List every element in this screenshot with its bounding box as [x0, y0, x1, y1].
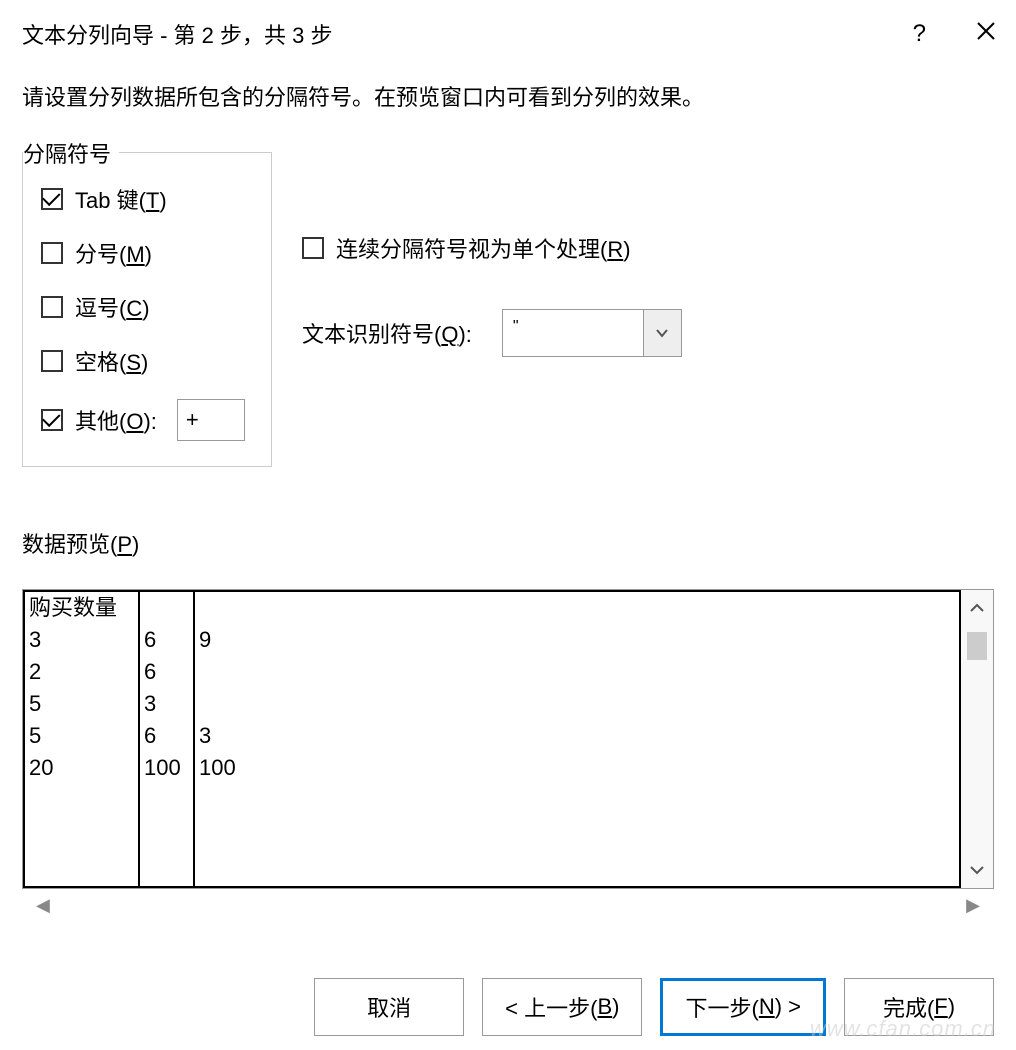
preview-cell: 100: [140, 752, 193, 784]
dialog-title: 文本分列向导 - 第 2 步，共 3 步: [22, 18, 332, 50]
delimiter-space-row: 空格(S): [41, 345, 251, 377]
other-label: 其他(O):: [75, 404, 157, 436]
tab-checkbox[interactable]: [41, 188, 63, 210]
preview-column-3: 9 3 100: [195, 592, 250, 886]
right-options: 连续分隔符号视为单个处理(R) 文本识别符号(Q): ": [302, 152, 682, 467]
titlebar: 文本分列向导 - 第 2 步，共 3 步 ?: [0, 0, 1016, 60]
space-label: 空格(S): [75, 345, 148, 377]
dialog-content: 请设置分列数据所包含的分隔符号。在预览窗口内可看到分列的效果。 分隔符号 Tab…: [0, 60, 1016, 933]
horizontal-scrollbar[interactable]: ◀ ▶: [22, 889, 994, 923]
text-qualifier-label: 文本识别符号(Q):: [302, 317, 472, 349]
consecutive-row: 连续分隔符号视为单个处理(R): [302, 232, 682, 264]
delimiter-tab-row: Tab 键(T): [41, 183, 251, 215]
preview-cell: [195, 656, 250, 688]
button-bar: 取消 < 上一步(B) 下一步(N) > 完成(F): [314, 978, 994, 1036]
preview-label: 数据预览(P): [22, 527, 994, 559]
preview-cell: 6: [140, 656, 193, 688]
preview-cell: 9: [195, 624, 250, 656]
delimiter-other-row: 其他(O):: [41, 399, 251, 441]
delimiter-fieldset: 分隔符号 Tab 键(T) 分号(M) 逗号(C) 空格(S) 其他(O):: [22, 152, 272, 467]
preview-cell: 5: [25, 688, 138, 720]
preview-cell: 20: [25, 752, 138, 784]
titlebar-controls: ?: [913, 20, 996, 48]
scroll-up-icon[interactable]: [961, 594, 993, 622]
preview-cell: 3: [25, 624, 138, 656]
delimiter-comma-row: 逗号(C): [41, 291, 251, 323]
close-icon[interactable]: [976, 20, 996, 48]
preview-cell: 6: [140, 624, 193, 656]
vertical-scrollbar[interactable]: [961, 590, 993, 888]
dropdown-value: ": [503, 310, 643, 356]
consecutive-checkbox[interactable]: [302, 237, 324, 259]
preview-cell: 6: [140, 720, 193, 752]
preview-section: 数据预览(P) 购买数量 3 2 5 5 20 6 6: [22, 527, 994, 923]
finish-button[interactable]: 完成(F): [844, 978, 994, 1036]
preview-cell: 3: [195, 720, 250, 752]
preview-cell: [140, 592, 193, 624]
preview-cell: 5: [25, 720, 138, 752]
preview-cell: 3: [140, 688, 193, 720]
help-icon[interactable]: ?: [913, 20, 926, 48]
instruction-text: 请设置分列数据所包含的分隔符号。在预览窗口内可看到分列的效果。: [22, 80, 994, 112]
scroll-thumb[interactable]: [967, 632, 987, 660]
preview-cell: 2: [25, 656, 138, 688]
comma-label: 逗号(C): [75, 291, 150, 323]
chevron-down-icon[interactable]: [643, 310, 681, 356]
scroll-right-icon[interactable]: ▶: [966, 895, 980, 917]
semicolon-checkbox[interactable]: [41, 242, 63, 264]
preview-cell: 100: [195, 752, 250, 784]
delimiter-semicolon-row: 分号(M): [41, 237, 251, 269]
other-checkbox[interactable]: [41, 409, 63, 431]
scroll-left-icon[interactable]: ◀: [36, 895, 50, 917]
preview-header: 购买数量: [25, 592, 138, 624]
space-checkbox[interactable]: [41, 350, 63, 372]
other-delimiter-input[interactable]: [177, 399, 245, 441]
delimiter-legend: 分隔符号: [23, 137, 119, 169]
text-qualifier-dropdown[interactable]: ": [502, 309, 682, 357]
preview-column-2: 6 6 3 6 100: [140, 592, 195, 886]
preview-cell: [195, 688, 250, 720]
cancel-button[interactable]: 取消: [314, 978, 464, 1036]
back-button[interactable]: < 上一步(B): [482, 978, 642, 1036]
text-qualifier-row: 文本识别符号(Q): ": [302, 309, 682, 357]
comma-checkbox[interactable]: [41, 296, 63, 318]
scroll-down-icon[interactable]: [961, 856, 993, 884]
preview-table: 购买数量 3 2 5 5 20 6 6 3 6 100: [23, 590, 961, 888]
next-button[interactable]: 下一步(N) >: [660, 978, 826, 1036]
preview-cell: [195, 592, 250, 624]
preview-column-1: 购买数量 3 2 5 5 20: [25, 592, 140, 886]
delimiter-section: 分隔符号 Tab 键(T) 分号(M) 逗号(C) 空格(S) 其他(O):: [22, 152, 994, 467]
consecutive-label: 连续分隔符号视为单个处理(R): [336, 232, 631, 264]
preview-container: 购买数量 3 2 5 5 20 6 6 3 6 100: [22, 589, 994, 889]
tab-label: Tab 键(T): [75, 183, 167, 215]
semicolon-label: 分号(M): [75, 237, 152, 269]
